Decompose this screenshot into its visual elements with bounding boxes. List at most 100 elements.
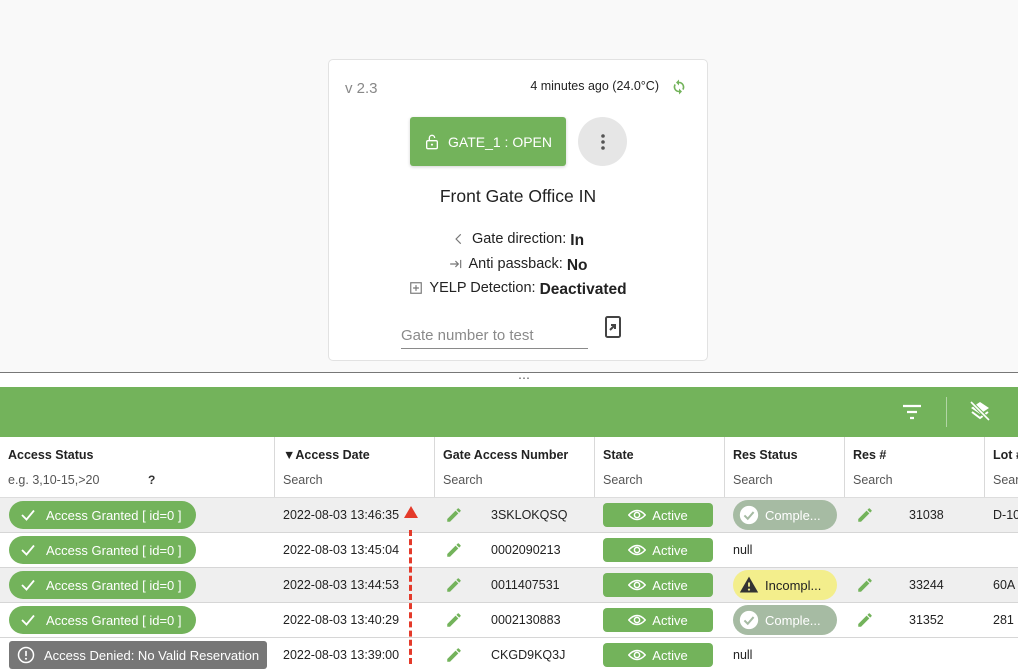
lot-number: D-10 [993, 508, 1018, 522]
access-date: 2022-08-03 13:44:53 [283, 578, 400, 592]
state-badge[interactable]: Active [603, 608, 713, 632]
gate-access-number: 3SKLOKQSQ [491, 508, 568, 522]
pencil-icon[interactable] [856, 611, 874, 629]
res-status-incomplete-badge[interactable]: Incompl... [733, 570, 837, 600]
panel-splitter[interactable]: ⋯ [0, 372, 1018, 387]
table-row[interactable]: Access Granted [ id=0 ] 2022-08-03 13:44… [0, 568, 1018, 603]
state-text: Active [652, 647, 688, 663]
table-row[interactable]: Access Granted [ id=0 ] 2022-08-03 13:40… [0, 603, 1018, 638]
pencil-icon[interactable] [445, 506, 463, 524]
eye-icon [628, 614, 647, 626]
state-text: Active [652, 507, 688, 523]
column-title[interactable]: ▼Access Date [283, 448, 370, 462]
lot-number: 281 [993, 613, 1014, 627]
res-status-text: Incompl... [765, 577, 822, 593]
column-access-status[interactable]: Access Status e.g. 3,10-15,>20 ? [0, 437, 275, 497]
last-updated: 4 minutes ago (24.0°C) [530, 79, 659, 93]
res-number: 31352 [909, 613, 944, 627]
gate-test-input[interactable] [401, 322, 588, 349]
gate-name: Front Gate Office IN [439, 186, 597, 206]
access-status-text: Access Granted [ id=0 ] [46, 577, 182, 593]
anti-passback-value: No [566, 257, 588, 274]
phone-send-icon[interactable] [602, 315, 624, 339]
column-title[interactable]: Gate Access Number [443, 448, 568, 462]
access-status-text: Access Denied: No Valid Reservation [44, 647, 260, 663]
access-granted-badge[interactable]: Access Granted [ id=0 ] [9, 536, 196, 564]
eye-icon [628, 544, 647, 556]
triangle-up-icon [404, 506, 418, 518]
access-date: 2022-08-03 13:45:04 [283, 543, 400, 557]
gate-access-number: CKGD9KQ3J [491, 648, 566, 662]
date-range-indicator [409, 530, 412, 664]
column-access-date[interactable]: ▼Access Date Search [275, 437, 435, 497]
access-denied-badge[interactable]: Access Denied: No Valid Reservation [9, 641, 267, 669]
pencil-icon[interactable] [445, 646, 463, 664]
pencil-icon[interactable] [445, 576, 463, 594]
gate-access-number: 0002130883 [491, 613, 561, 627]
gate-access-number: 0002090213 [491, 543, 561, 557]
column-title[interactable]: Lot # [993, 448, 1018, 462]
more-options-button[interactable] [578, 117, 627, 166]
state-badge[interactable]: Active [603, 538, 713, 562]
table-toolbar [0, 387, 1018, 437]
access-date: 2022-08-03 13:40:29 [283, 613, 400, 627]
pencil-icon[interactable] [445, 541, 463, 559]
access-granted-badge[interactable]: Access Granted [ id=0 ] [9, 501, 196, 529]
filter-help[interactable]: ? [148, 473, 155, 487]
column-search-input[interactable]: Search [603, 473, 643, 487]
chevron-left-icon [455, 233, 462, 245]
column-filter-input[interactable]: e.g. 3,10-15,>20 [8, 473, 99, 487]
column-title[interactable]: State [603, 448, 634, 462]
column-search-input[interactable]: Search [283, 473, 323, 487]
column-search-input[interactable]: Search [993, 473, 1018, 487]
column-title[interactable]: Access Status [8, 448, 93, 462]
column-lot-number[interactable]: Lot # Search [985, 437, 1018, 497]
check-icon [21, 579, 35, 591]
check-circle-icon [739, 505, 759, 525]
pencil-icon[interactable] [856, 576, 874, 594]
eye-icon [628, 579, 647, 591]
column-gate-access-number[interactable]: Gate Access Number Search [435, 437, 595, 497]
state-badge[interactable]: Active [603, 643, 713, 667]
refresh-icon[interactable] [670, 78, 688, 96]
gate-open-button[interactable]: GATE_1 : OPEN [410, 117, 566, 166]
gate-direction-label: Gate direction: [471, 231, 567, 247]
table-row[interactable]: Access Granted [ id=0 ] 2022-08-03 13:46… [0, 498, 1018, 533]
access-date: 2022-08-03 13:39:00 [283, 648, 400, 662]
access-date: 2022-08-03 13:46:35 [283, 508, 400, 522]
column-search-input[interactable]: Search [733, 473, 773, 487]
alert-circle-icon [17, 646, 35, 664]
state-badge[interactable]: Active [603, 573, 713, 597]
check-circle-icon [739, 610, 759, 630]
warning-icon [739, 576, 759, 593]
gate-open-label: GATE_1 : OPEN [448, 133, 552, 150]
pencil-icon[interactable] [856, 506, 874, 524]
column-search-input[interactable]: Search [853, 473, 893, 487]
pencil-icon[interactable] [445, 611, 463, 629]
state-badge[interactable]: Active [603, 503, 713, 527]
res-status-complete-badge[interactable]: Comple... [733, 500, 837, 530]
check-icon [21, 614, 35, 626]
state-text: Active [652, 542, 688, 558]
access-granted-badge[interactable]: Access Granted [ id=0 ] [9, 606, 196, 634]
column-title[interactable]: Res Status [733, 448, 798, 462]
column-res-number[interactable]: Res # Search [845, 437, 985, 497]
column-title[interactable]: Res # [853, 448, 886, 462]
yelp-detection-value: Deactivated [539, 281, 627, 298]
yelp-detection-row: YELP Detection: Deactivated [329, 279, 707, 298]
layers-off-icon[interactable] [968, 399, 992, 423]
filter-icon[interactable] [901, 403, 923, 421]
res-status-complete-badge[interactable]: Comple... [733, 605, 837, 635]
table-row[interactable]: Access Granted [ id=0 ] 2022-08-03 13:45… [0, 533, 1018, 568]
more-vertical-icon [600, 133, 605, 150]
toolbar-divider [946, 397, 947, 427]
access-granted-badge[interactable]: Access Granted [ id=0 ] [9, 571, 196, 599]
table-row[interactable]: Access Denied: No Valid Reservation 2022… [0, 638, 1018, 671]
column-search-input[interactable]: Search [443, 473, 483, 487]
access-log-table: Access Status e.g. 3,10-15,>20 ? ▼Access… [0, 437, 1018, 671]
check-icon [21, 544, 35, 556]
column-state[interactable]: State Search [595, 437, 725, 497]
arrow-to-line-icon [449, 259, 461, 269]
splitter-grip[interactable]: ⋯ [518, 372, 531, 384]
column-res-status[interactable]: Res Status Search [725, 437, 845, 497]
